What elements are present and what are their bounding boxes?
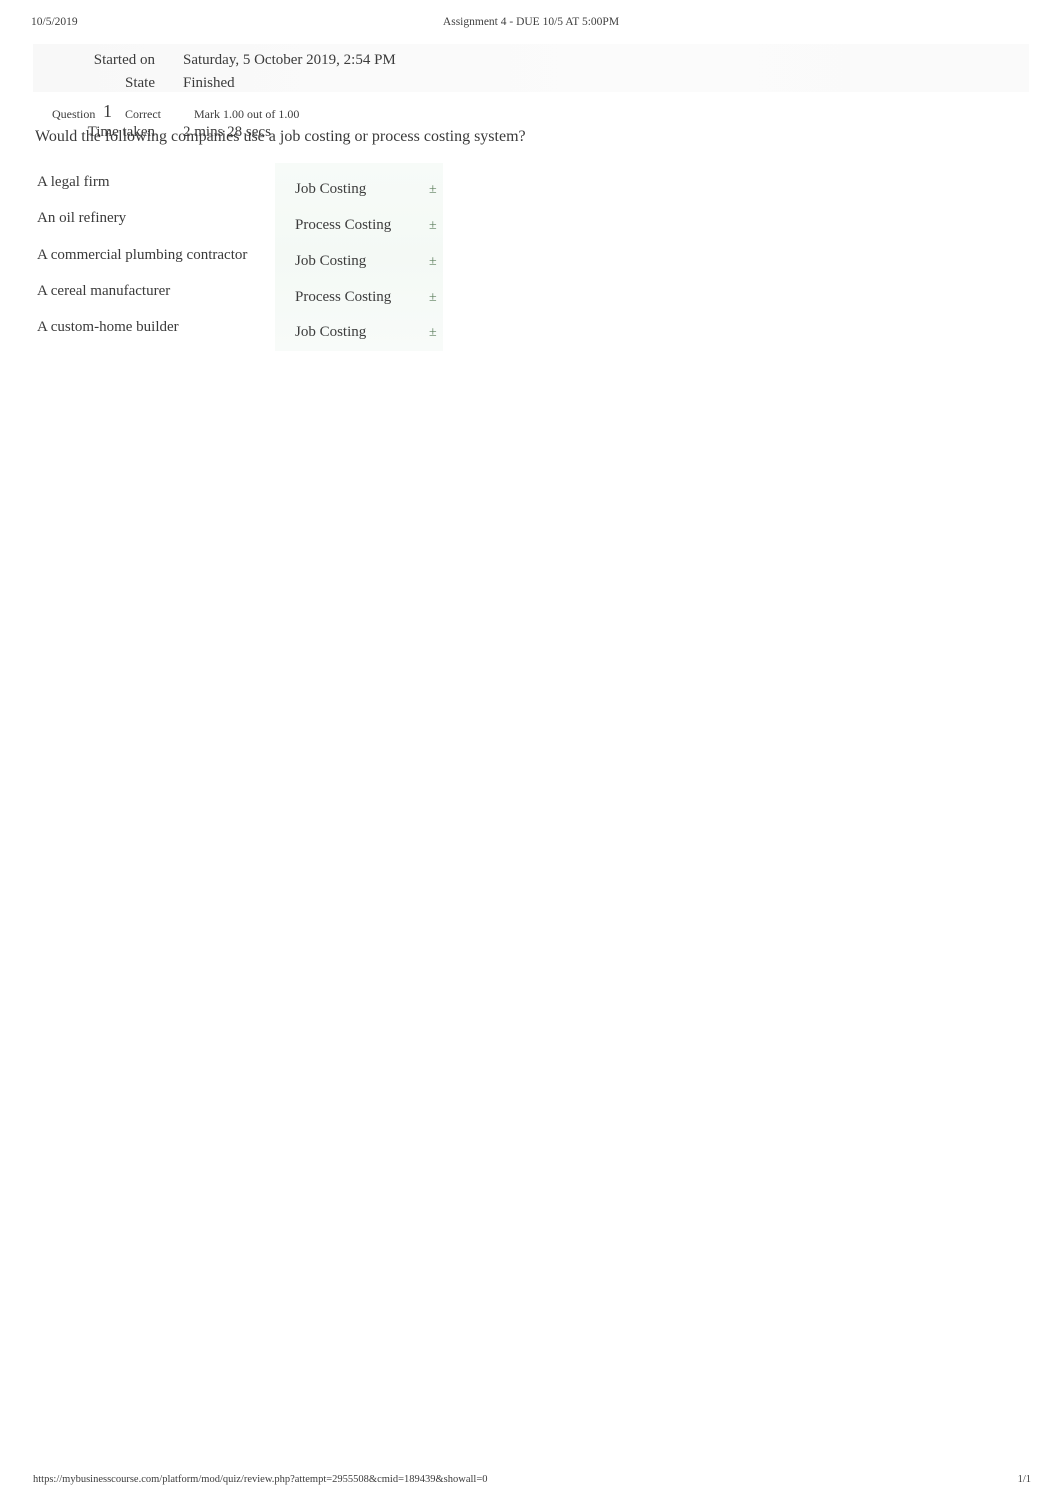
match-term: A commercial plumbing contractor <box>37 246 248 263</box>
table-row: An oil refinery Process Costing ± <box>0 206 1000 242</box>
summary-value-state: Finished <box>183 75 235 91</box>
source-url: https://mybusinesscourse.com/platform/mo… <box>33 1474 488 1485</box>
question-info-bar: Question 1 Correct Mark 1.00 out of 1.00 <box>0 101 620 124</box>
correct-mark-icon: ± <box>429 182 437 197</box>
correct-mark-icon: ± <box>429 325 437 341</box>
table-row: A cereal manufacturer Process Costing ± <box>0 279 1000 315</box>
correct-mark-icon: ± <box>429 218 437 234</box>
summary-row-state: State Finished <box>0 75 600 98</box>
attempt-summary-table: Started on Saturday, 5 October 2019, 2:5… <box>0 52 600 98</box>
table-row: A custom-home builder Job Costing ± <box>0 315 1000 351</box>
print-header: 10/5/2019 Assignment 4 - DUE 10/5 AT 5:0… <box>0 16 1062 32</box>
match-answer-select[interactable]: Job Costing <box>295 181 366 198</box>
question-state-badge: Correct <box>125 107 161 121</box>
match-term: An oil refinery <box>37 210 127 227</box>
question-label: Question <box>52 107 96 121</box>
matching-grid: A legal firm Job Costing ± An oil refine… <box>0 170 1000 351</box>
match-term: A custom-home builder <box>37 319 179 336</box>
correct-mark-icon: ± <box>429 289 437 305</box>
summary-label-state: State <box>125 75 155 91</box>
match-term: A legal firm <box>37 174 110 190</box>
match-answer-select[interactable]: Job Costing <box>295 253 366 270</box>
question-number: 1 <box>103 101 112 121</box>
table-row: A commercial plumbing contractor Job Cos… <box>0 243 1000 279</box>
summary-row-started-on: Started on Saturday, 5 October 2019, 2:5… <box>0 52 600 75</box>
page-number: 1/1 <box>1017 1474 1031 1485</box>
match-term: A cereal manufacturer <box>37 282 171 299</box>
match-answer-select[interactable]: Process Costing <box>295 289 391 306</box>
match-answer-select[interactable]: Process Costing <box>295 217 391 234</box>
question-mark: Mark 1.00 out of 1.00 <box>194 107 300 121</box>
summary-label-started-on: Started on <box>93 52 155 68</box>
document-title: Assignment 4 - DUE 10/5 AT 5:00PM <box>442 16 620 28</box>
correct-mark-icon: ± <box>429 253 437 269</box>
summary-value-started-on: Saturday, 5 October 2019, 2:54 PM <box>183 52 396 68</box>
match-answer-select[interactable]: Job Costing <box>295 324 366 341</box>
question-stem: Would the following companies use a job … <box>35 128 526 145</box>
table-row: A legal firm Job Costing ± <box>0 170 1000 206</box>
print-footer: https://mybusinesscourse.com/platform/mo… <box>0 1474 1062 1490</box>
